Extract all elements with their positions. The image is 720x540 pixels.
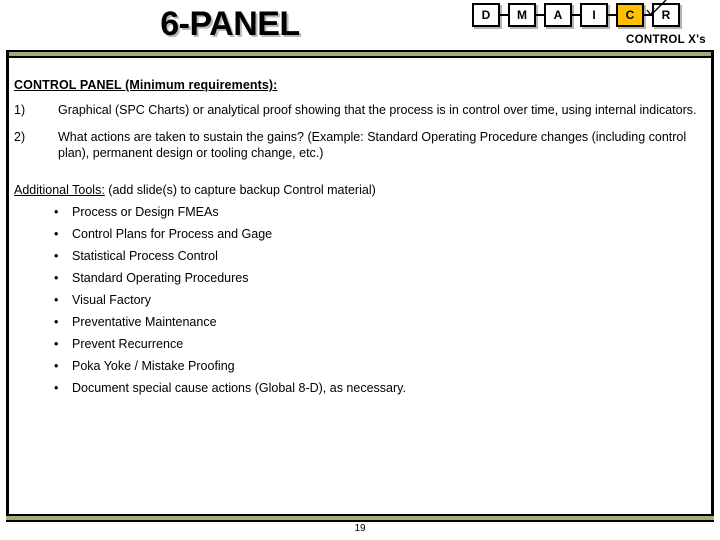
left-border bbox=[6, 50, 9, 522]
roadmap-step-m-label: M bbox=[517, 8, 527, 22]
requirement-number: 2) bbox=[14, 130, 26, 144]
list-item: • Prevent Recurrence bbox=[14, 336, 700, 352]
list-item-label: Standard Operating Procedures bbox=[72, 271, 249, 285]
roadmap-step-i-label: I bbox=[592, 8, 596, 22]
list-item-label: Prevent Recurrence bbox=[72, 337, 184, 351]
roadmap-connector bbox=[536, 14, 544, 16]
page-number: 19 bbox=[354, 523, 366, 534]
roadmap-step-c-label: C bbox=[625, 8, 635, 22]
roadmap-step-i[interactable]: I bbox=[580, 3, 608, 27]
roadmap-step-a[interactable]: A bbox=[544, 3, 572, 27]
footer-divider-bar bbox=[6, 514, 714, 522]
slide-body: CONTROL PANEL (Minimum requirements): 1)… bbox=[14, 70, 700, 402]
list-item: • Preventative Maintenance bbox=[14, 314, 700, 330]
page-title: 6-PANEL bbox=[160, 5, 300, 43]
additional-tools-heading: Additional Tools: (add slide(s) to captu… bbox=[14, 182, 700, 198]
dmaicr-roadmap: D M A I C R bbox=[472, 0, 680, 27]
roadmap-connector bbox=[500, 14, 508, 16]
bullet-icon: • bbox=[54, 359, 59, 373]
requirement-text: What actions are taken to sustain the ga… bbox=[58, 130, 687, 160]
list-item: • Process or Design FMEAs bbox=[14, 204, 700, 220]
roadmap-connector bbox=[572, 14, 580, 16]
list-item: • Poka Yoke / Mistake Proofing bbox=[14, 358, 700, 374]
slide-canvas: 6-PANEL D M A I C R CONTROL X's CONTROL … bbox=[0, 0, 720, 540]
bullet-icon: • bbox=[54, 227, 59, 241]
additional-tools-label: Additional Tools: bbox=[14, 183, 105, 197]
list-item: • Visual Factory bbox=[14, 292, 700, 308]
roadmap-caption: CONTROL X's bbox=[626, 34, 706, 46]
right-border bbox=[711, 50, 714, 522]
roadmap-step-d-label: D bbox=[481, 8, 491, 22]
list-item: • Standard Operating Procedures bbox=[14, 270, 700, 286]
bullet-icon: • bbox=[54, 249, 59, 263]
list-item-label: Preventative Maintenance bbox=[72, 315, 217, 329]
divider-line bbox=[6, 520, 714, 522]
divider-line bbox=[6, 56, 714, 58]
section-heading: CONTROL PANEL (Minimum requirements): bbox=[14, 78, 278, 92]
list-item: • Document special cause actions (Global… bbox=[14, 380, 700, 396]
header-divider-bar bbox=[6, 50, 714, 58]
list-item-label: Visual Factory bbox=[72, 293, 151, 307]
roadmap-step-r-label: R bbox=[661, 8, 671, 22]
bullet-icon: • bbox=[54, 315, 59, 329]
requirement-item: 1) Graphical (SPC Charts) or analytical … bbox=[14, 102, 700, 118]
requirement-text: Graphical (SPC Charts) or analytical pro… bbox=[58, 103, 697, 117]
bullet-icon: • bbox=[54, 337, 59, 351]
list-item-label: Statistical Process Control bbox=[72, 249, 218, 263]
list-item: • Control Plans for Process and Gage bbox=[14, 226, 700, 242]
roadmap-step-m[interactable]: M bbox=[508, 3, 536, 27]
list-item: • Statistical Process Control bbox=[14, 248, 700, 264]
additional-tools-note: (add slide(s) to capture backup Control … bbox=[104, 183, 376, 197]
requirement-item: 2) What actions are taken to sustain the… bbox=[14, 129, 700, 161]
roadmap-connector bbox=[608, 14, 616, 16]
roadmap-step-r[interactable]: R bbox=[652, 3, 680, 27]
bullet-icon: • bbox=[54, 205, 59, 219]
roadmap-connector bbox=[644, 14, 652, 16]
bullet-icon: • bbox=[54, 293, 59, 307]
list-item-label: Process or Design FMEAs bbox=[72, 205, 219, 219]
bullet-icon: • bbox=[54, 381, 59, 395]
additional-tools-list: • Process or Design FMEAs • Control Plan… bbox=[14, 204, 700, 396]
requirement-number: 1) bbox=[14, 103, 26, 117]
list-item-label: Poka Yoke / Mistake Proofing bbox=[72, 359, 235, 373]
roadmap-step-d[interactable]: D bbox=[472, 3, 500, 27]
list-item-label: Control Plans for Process and Gage bbox=[72, 227, 273, 241]
bullet-icon: • bbox=[54, 271, 59, 285]
list-item-label: Document special cause actions (Global 8… bbox=[72, 381, 406, 395]
roadmap-step-c[interactable]: C bbox=[616, 3, 644, 27]
roadmap-step-a-label: A bbox=[553, 8, 563, 22]
